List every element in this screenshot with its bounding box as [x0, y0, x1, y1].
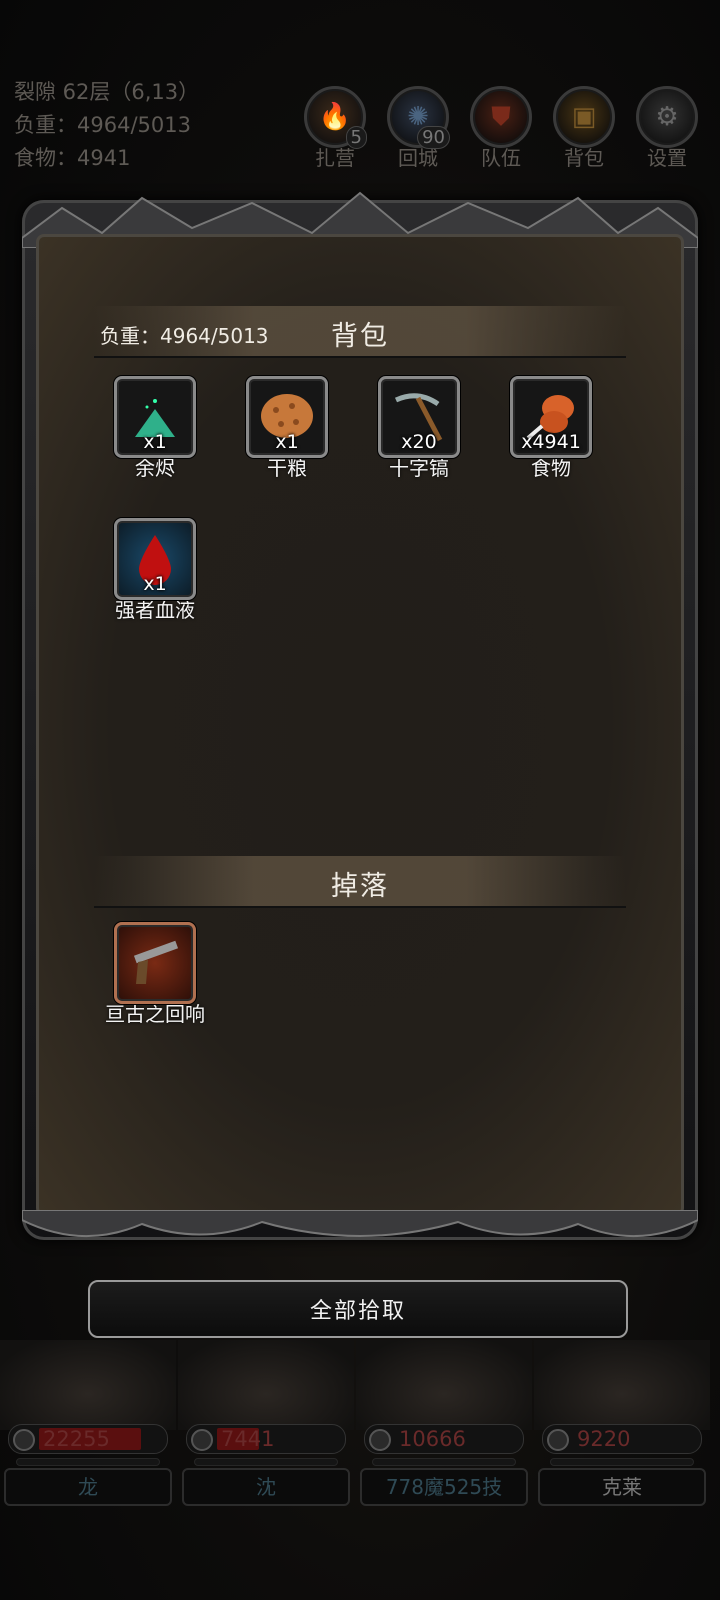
- hp-value: 22255: [43, 1427, 110, 1451]
- hp-bar: 10666: [364, 1424, 524, 1454]
- party-member-3[interactable]: 10666 778魔525技: [356, 1340, 532, 1510]
- avatar: [534, 1340, 710, 1430]
- member-name: 778魔525技: [360, 1468, 528, 1506]
- item-qty: x1: [275, 431, 299, 453]
- avatar: [356, 1340, 532, 1430]
- camp-count: 5: [345, 126, 367, 149]
- status-panel: 裂隙 62层（6,13） 负重：4964/5013 食物：4941: [14, 76, 199, 175]
- camp-button[interactable]: 🔥 5 扎营: [300, 86, 370, 171]
- return-town-count: 90: [417, 126, 450, 149]
- hp-bar: 7441: [186, 1424, 346, 1454]
- item-rations[interactable]: x1 干粮: [222, 376, 352, 481]
- hp-icon: [191, 1429, 213, 1451]
- settings-button[interactable]: ⚙ 设置: [632, 86, 702, 171]
- item-qty: x20: [401, 431, 437, 453]
- hp-bar: 9220: [542, 1424, 702, 1454]
- weight-text: 负重：4964/5013: [14, 113, 191, 137]
- hp-bar: 22255: [8, 1424, 168, 1454]
- energy-bar: [16, 1458, 160, 1466]
- party-member-1[interactable]: 22255 龙: [0, 1340, 176, 1510]
- member-name: 克莱: [538, 1468, 706, 1506]
- pick-all-button[interactable]: 全部拾取: [88, 1280, 628, 1338]
- item-pickaxe[interactable]: x20 十字镐: [354, 376, 484, 481]
- energy-bar: [194, 1458, 338, 1466]
- member-name: 沈: [182, 1468, 350, 1506]
- location-text: 裂隙 62层（6,13）: [14, 80, 200, 104]
- team-button[interactable]: ⛊ 队伍: [466, 86, 536, 171]
- chest-icon: ▣: [571, 102, 597, 132]
- backpack-header: 负重：4964/5013 背包: [94, 306, 626, 358]
- backpack-button[interactable]: ▣ 背包: [549, 86, 619, 171]
- item-qty: x1: [143, 431, 167, 453]
- pistol-icon: [123, 931, 187, 995]
- drops-header: 掉落: [94, 856, 626, 908]
- hp-value: 7441: [221, 1427, 275, 1451]
- return-town-button[interactable]: ✺ 90 回城: [383, 86, 453, 171]
- item-food[interactable]: x4941 食物: [486, 376, 616, 481]
- party-bar: 22255 龙 7441 沈 10666 778魔525技 9220 克莱: [0, 1340, 720, 1510]
- energy-bar: [372, 1458, 516, 1466]
- inventory-panel: 负重：4964/5013 背包 x1 余烬 x1 干粮 x20 十字镐 x494…: [22, 191, 698, 1240]
- item-qty: x1: [143, 573, 167, 595]
- drops-title: 掉落: [331, 871, 389, 902]
- energy-bar: [550, 1458, 694, 1466]
- avatar: [0, 1340, 176, 1430]
- top-menu: 🔥 5 扎营 ✺ 90 回城 ⛊ 队伍 ▣ 背包 ⚙ 设置: [300, 86, 710, 176]
- party-member-4[interactable]: 9220 克莱: [534, 1340, 710, 1510]
- gear-icon: ⚙: [655, 102, 679, 132]
- avatar: [178, 1340, 354, 1430]
- food-text: 食物：4941: [14, 146, 131, 170]
- item-ember[interactable]: x1 余烬: [90, 376, 220, 481]
- hp-icon: [13, 1429, 35, 1451]
- team-icon: ⛊: [491, 101, 511, 132]
- hp-icon: [369, 1429, 391, 1451]
- ornament-bottom: [22, 1210, 698, 1237]
- member-name: 龙: [4, 1468, 172, 1506]
- item-qty: x4941: [521, 431, 581, 453]
- hp-icon: [547, 1429, 569, 1451]
- item-strong-blood[interactable]: x1 强者血液: [90, 518, 220, 623]
- backpack-title: 背包: [331, 321, 389, 352]
- drop-item-ancient-echo[interactable]: 亘古之回响: [90, 922, 220, 1027]
- party-member-2[interactable]: 7441 沈: [178, 1340, 354, 1510]
- hp-value: 9220: [577, 1427, 631, 1451]
- hp-value: 10666: [399, 1427, 466, 1451]
